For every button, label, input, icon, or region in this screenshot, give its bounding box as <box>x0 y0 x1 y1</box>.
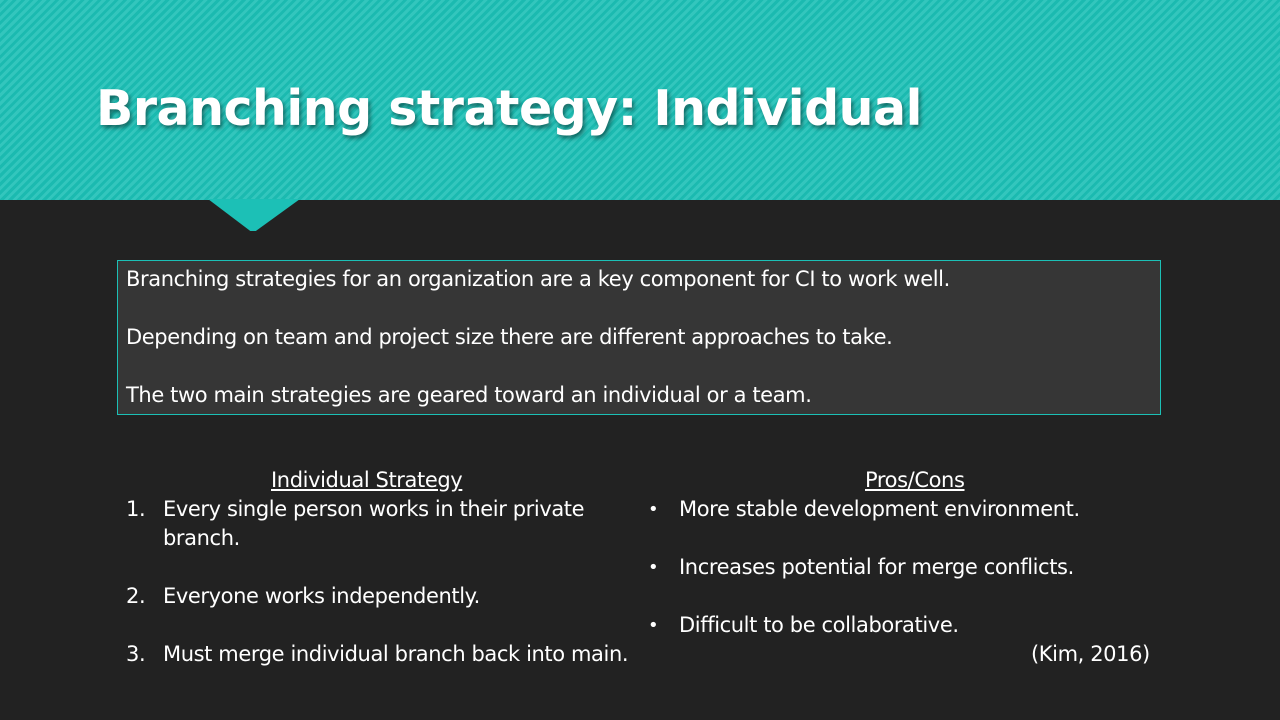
list-item: 1. Every single person works in their pr… <box>126 495 646 553</box>
bullet-icon: • <box>648 615 659 636</box>
strategy-list: 1. Every single person works in their pr… <box>126 495 646 698</box>
list-item-text: Every single person works in their priva… <box>163 497 585 550</box>
intro-line: The two main strategies are geared towar… <box>126 383 812 407</box>
list-item: 2. Everyone works independently. <box>126 582 646 611</box>
intro-textbox: Branching strategies for an organization… <box>117 260 1161 415</box>
list-number: 1. <box>126 497 146 521</box>
list-item-text: Everyone works independently. <box>163 584 480 608</box>
intro-line: Branching strategies for an organization… <box>126 267 950 291</box>
pros-cons-heading: Pros/Cons <box>865 468 965 492</box>
list-item-text: Must merge individual branch back into m… <box>163 642 629 666</box>
bullet-icon: • <box>648 557 659 578</box>
citation: (Kim, 2016) <box>1031 642 1150 666</box>
banner-notch <box>208 199 300 231</box>
list-number: 3. <box>126 642 146 666</box>
bullet-icon: • <box>648 499 659 520</box>
list-number: 2. <box>126 584 146 608</box>
list-item-text: More stable development environment. <box>679 497 1080 521</box>
slide-title: Branching strategy: Individual <box>96 80 922 137</box>
list-item: • Increases potential for merge conflict… <box>648 553 1168 582</box>
list-item-text: Increases potential for merge conflicts. <box>679 555 1074 579</box>
strategy-heading: Individual Strategy <box>271 468 463 492</box>
intro-line: Depending on team and project size there… <box>126 325 893 349</box>
list-item-text: Difficult to be collaborative. <box>679 613 959 637</box>
list-item: • More stable development environment. <box>648 495 1168 524</box>
list-item: • Difficult to be collaborative. <box>648 611 1168 640</box>
list-item: 3. Must merge individual branch back int… <box>126 640 646 669</box>
